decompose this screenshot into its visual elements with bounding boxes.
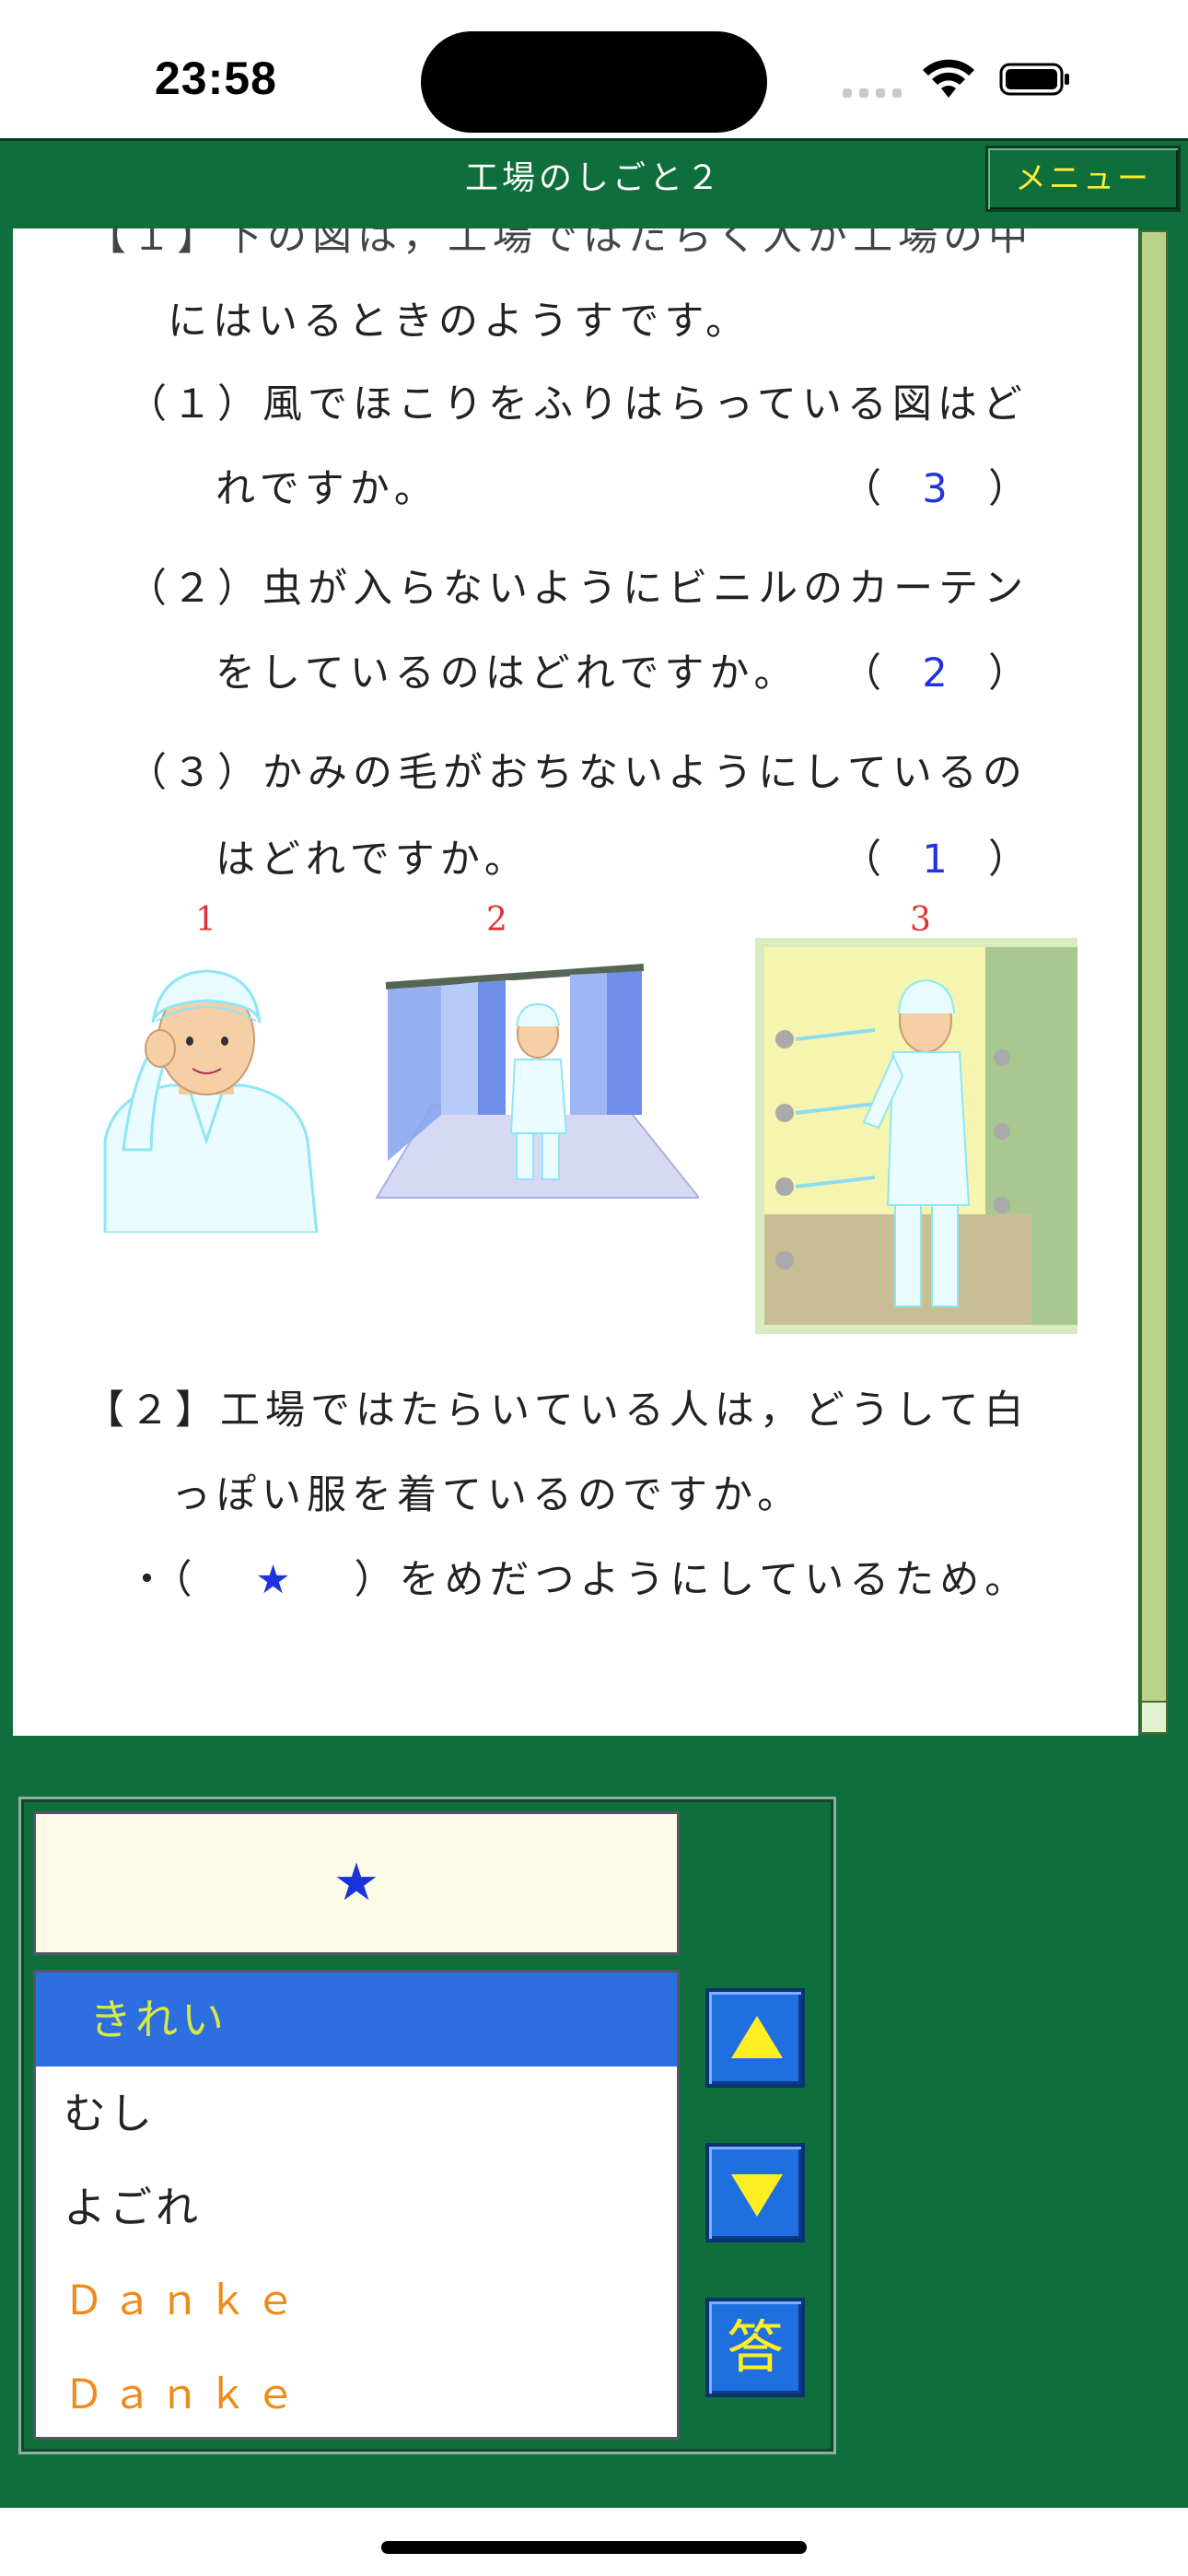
dynamic-island (421, 31, 767, 133)
answer-display: ★ (33, 1811, 680, 1955)
question1-sub3: （３）かみの毛がおちないようにしているの (127, 750, 1028, 796)
answer-display-value: ★ (332, 1853, 380, 1913)
scrollbar-track[interactable] (1140, 230, 1168, 1734)
up-arrow-icon (731, 2016, 783, 2058)
clipped-top-line: 【１】下の図は，工場ではたらく人が工場の中 (87, 228, 1034, 260)
question2-line1: 【２】工場ではたらいている人は，どうして白 (85, 1388, 1030, 1434)
scroll-up-button[interactable] (705, 1988, 805, 2088)
answer-3: 1 (922, 837, 953, 883)
battery-icon (999, 63, 1069, 96)
choice-item[interactable]: むし (36, 2067, 677, 2160)
worker-hairnet-illustration (103, 969, 319, 1233)
answer-button-label: 答 (726, 2313, 784, 2381)
scroll-down-button[interactable] (705, 2143, 805, 2242)
choice-item[interactable]: きれい (36, 1973, 677, 2067)
question1-intro: にはいるときのようすです。 (168, 299, 751, 345)
scrollbar-thumb[interactable] (1140, 1701, 1168, 1734)
answer-button[interactable]: 答 (705, 2298, 805, 2397)
status-bar: 23:58 (0, 0, 1188, 138)
blank-star: ★ (255, 1557, 297, 1603)
app-header: 工場のしごと２ メニュー (0, 138, 1188, 216)
choice-item[interactable]: Ｄａｎｋｅ (36, 2254, 677, 2348)
choice-item[interactable]: よごれ (36, 2160, 677, 2254)
menu-button[interactable]: メニュー (985, 146, 1181, 212)
home-indicator[interactable] (381, 2541, 807, 2554)
air-shower-illustration (755, 938, 1077, 1334)
question1-sub1: （１）風でほこりをふりはらっている図はど (127, 381, 1028, 427)
question1-sub3-cont: はどれですか。 (215, 837, 530, 883)
cellular-signal-icon (843, 85, 903, 98)
answer-paren-2: （2） (842, 650, 1033, 697)
question1-sub2: （２）虫が入らないようにビニルのカーテン (127, 566, 1030, 612)
down-arrow-icon (731, 2174, 783, 2217)
choice-item[interactable]: Ｄａｎｋｅ (36, 2348, 677, 2437)
answer-paren-3: （1） (842, 837, 1033, 883)
status-time: 23:58 (155, 53, 277, 104)
image-label-3: 3 (910, 901, 931, 939)
wifi-icon (923, 59, 974, 98)
question1-sub2-cont: をしているのはどれですか。 (215, 650, 799, 697)
question1-sub1-cont: れですか。 (215, 466, 439, 512)
choice-list[interactable]: きれい むし よごれ Ｄａｎｋｅ Ｄａｎｋｅ (33, 1970, 680, 2440)
answer-2: 2 (922, 650, 953, 697)
question-content[interactable]: 【１】下の図は，工場ではたらく人が工場の中 にはいるときのようすです。 （１）風… (13, 228, 1138, 1736)
question2-line2: っぽい服を着ているのですか。 (171, 1472, 803, 1518)
answer-1: 3 (922, 466, 953, 512)
answer-paren-1: （3） (842, 466, 1033, 512)
question2-line3: ・（ ★ ）をめだつようにしているため。 (127, 1557, 1031, 1603)
image-label-1: 1 (195, 901, 216, 939)
vinyl-curtain-illustration (375, 964, 699, 1199)
